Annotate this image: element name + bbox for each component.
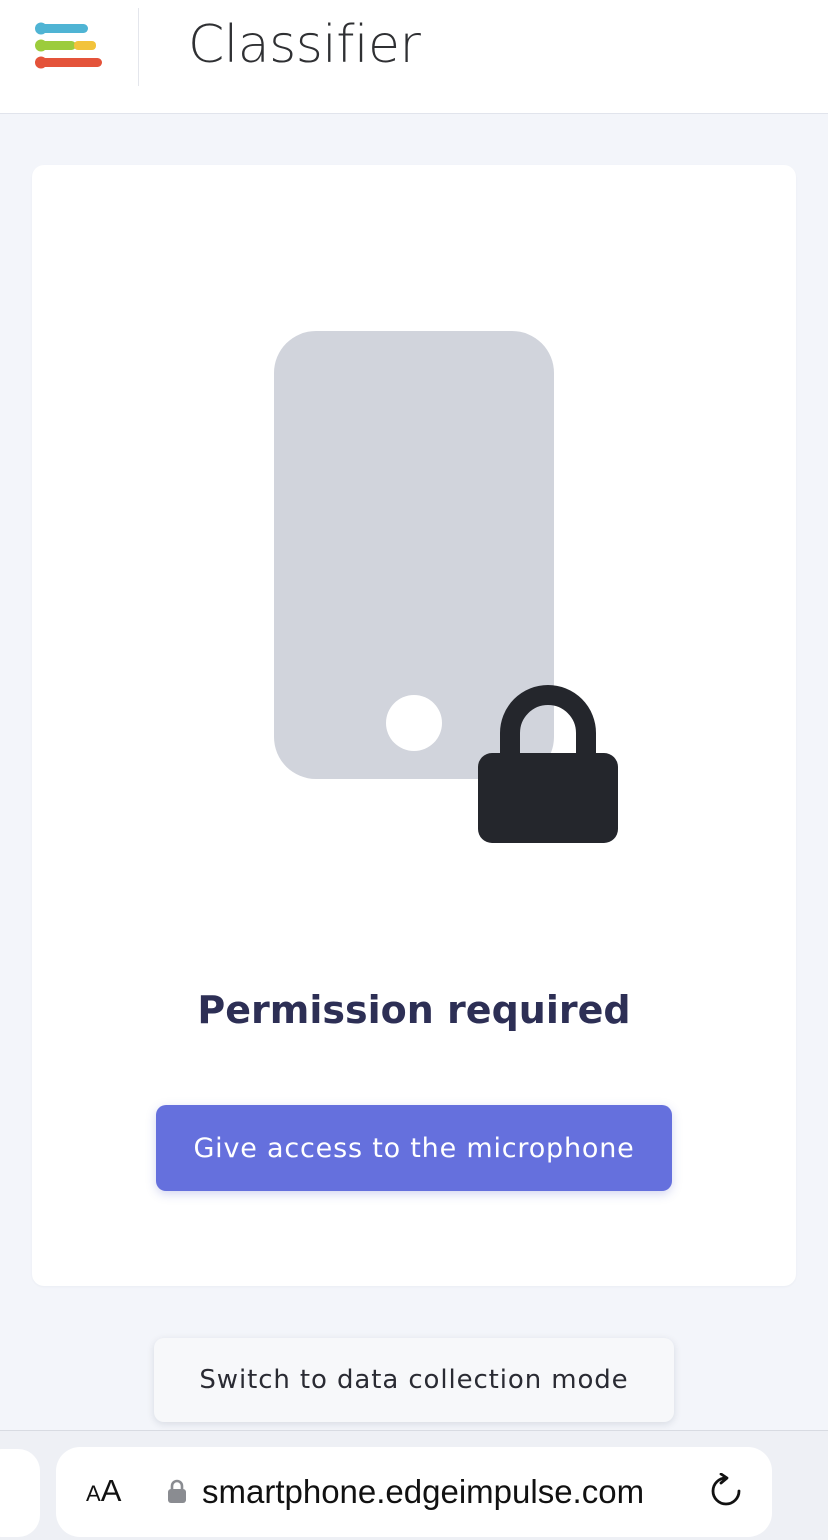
- permission-illustration: [274, 331, 618, 843]
- app-header: Classifier: [0, 0, 828, 114]
- text-size-small-label: A: [86, 1481, 101, 1506]
- edge-impulse-logo-icon[interactable]: [34, 20, 104, 72]
- url-text: smartphone.edgeimpulse.com: [202, 1473, 645, 1510]
- switch-to-data-collection-button[interactable]: Switch to data collection mode: [154, 1338, 674, 1422]
- browser-address-bar: AA smartphone.edgeimpulse.com: [0, 1430, 828, 1540]
- reload-icon[interactable]: [708, 1473, 744, 1509]
- text-size-large-label: A: [100, 1473, 122, 1508]
- previous-tab[interactable]: [0, 1449, 40, 1537]
- permission-card: Permission required Give access to the m…: [32, 165, 796, 1286]
- page-title: Classifier: [188, 15, 421, 75]
- permission-title: Permission required: [197, 988, 631, 1032]
- address-field[interactable]: AA smartphone.edgeimpulse.com: [56, 1447, 772, 1537]
- header-divider: [138, 8, 139, 86]
- text-size-button[interactable]: AA: [86, 1473, 121, 1509]
- secure-lock-icon: [168, 1479, 186, 1503]
- give-microphone-access-button[interactable]: Give access to the microphone: [156, 1105, 672, 1191]
